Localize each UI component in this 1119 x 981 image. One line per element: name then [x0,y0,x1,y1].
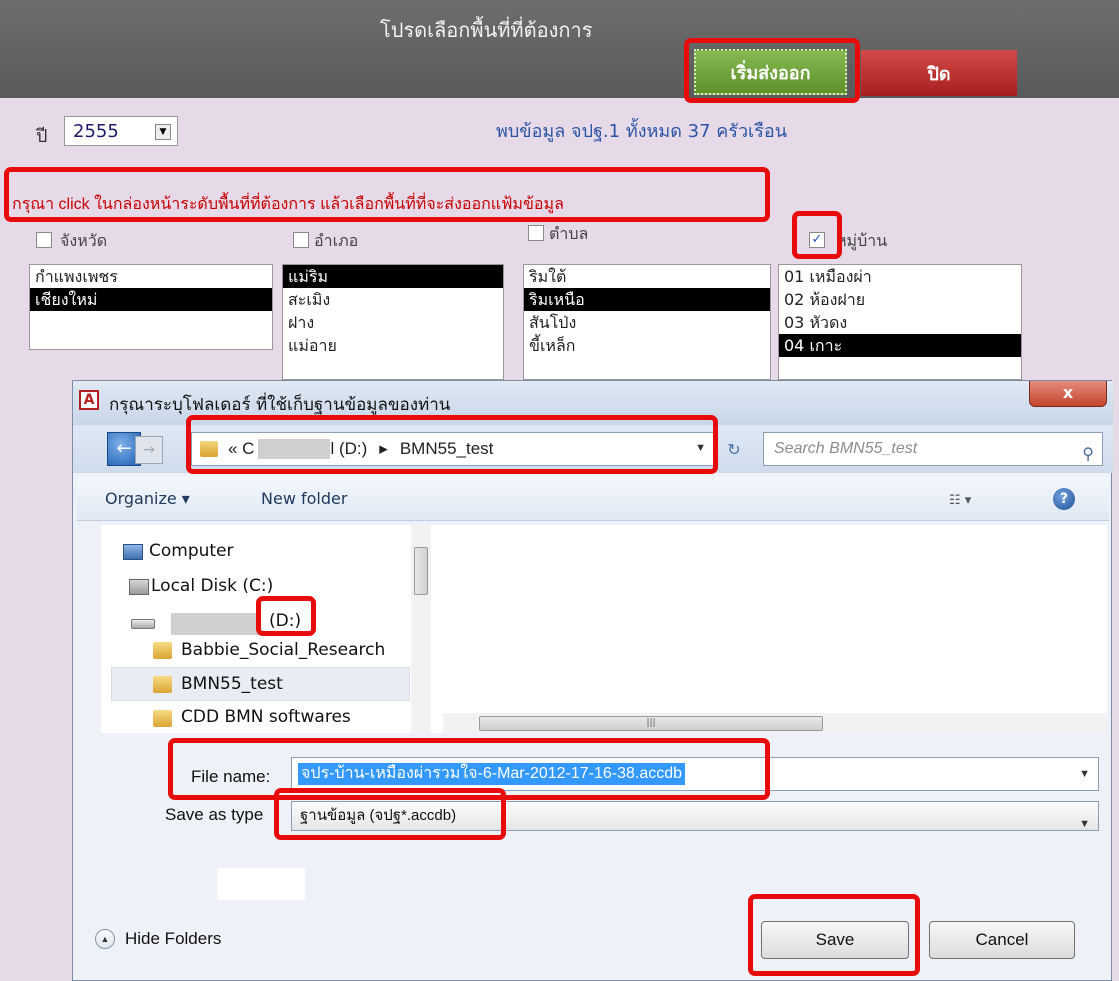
address-folder[interactable]: BMN55_test [400,439,494,459]
file-name-input[interactable]: จปร-บ้าน-เหมืองผ่ารวมใจ-6-Mar-2012-17-16… [291,757,1099,791]
save-button[interactable]: Save [761,921,909,959]
organize-button[interactable]: Organize ▾ [105,489,190,508]
dropdown-arrow-icon[interactable]: ▼ [1079,768,1090,780]
list-item[interactable]: 03 หัวดง [779,311,1021,334]
dropdown-arrow-icon[interactable]: ▼ [695,442,706,454]
save-dialog: A กรุณาระบุโฟลเดอร์ ที่ใช้เก็บฐานข้อมูลข… [72,380,1113,981]
save-type-value: ฐานข้อมูล (จปฐ*.accdb) [300,807,457,824]
folder-icon [153,676,172,693]
subdistrict-label: ตำบล [549,224,589,243]
forward-arrow-icon[interactable]: → [135,436,163,464]
village-checkbox[interactable]: ✓ [809,232,825,248]
list-item[interactable]: ริมเหนือ [524,288,770,311]
drive-d-icon [131,619,155,629]
breadcrumb-separator-icon: ▸ [379,439,388,458]
drive-c-icon [129,579,149,595]
scrollbar-thumb[interactable] [414,547,428,595]
view-options-icon[interactable]: ☷ ▾ [949,493,971,508]
list-item[interactable]: กำแพงเพชร [30,265,272,288]
refresh-icon[interactable]: ↻ [721,436,747,464]
search-placeholder: Search BMN55_test [774,440,918,457]
subdistrict-list[interactable]: ริมใต้ ริมเหนือ สันโป่ง ขี้เหล็ก [523,264,771,380]
year-label: ปี [36,126,48,147]
nav-item-folder[interactable]: CDD BMN softwares [181,707,351,727]
dialog-title: กรุณาระบุโฟลเดอร์ ที่ใช้เก็บฐานข้อมูลของ… [109,395,451,415]
cancel-button[interactable]: Cancel [929,921,1075,959]
village-label: หมู่บ้าน [836,231,888,250]
computer-icon [123,544,143,560]
nav-item-local-disk[interactable]: Local Disk (C:) [151,576,273,596]
subdistrict-checkbox[interactable] [528,225,544,241]
form-title: โปรดเลือกพื้นที่ที่ต้องการ [380,18,593,42]
list-item[interactable]: แม่ริม [283,265,503,288]
record-count-text: พบข้อมูล จปฐ.1 ทั้งหมด 37 ครัวเรือน [496,121,787,142]
list-item[interactable]: 04 เกาะ [779,334,1021,357]
dropdown-arrow-icon[interactable]: ▼ [155,124,171,140]
nav-item-computer[interactable]: Computer [149,541,234,561]
province-list[interactable]: กำแพงเพชร เชียงใหม่ [29,264,273,350]
district-label: อำเภอ [314,231,359,250]
chevron-up-icon: ▲ [95,929,115,949]
list-item[interactable]: เชียงใหม่ [30,288,272,311]
list-item[interactable]: ขี้เหล็ก [524,334,770,357]
list-item[interactable]: 01 เหมืองผ่า [779,265,1021,288]
folder-icon [153,642,172,659]
scrollbar-thumb[interactable]: ||| [479,716,823,731]
save-type-label: Save as type [165,805,264,824]
nav-item-drive-d[interactable]: (D:) [269,611,301,631]
province-label: จังหวัด [60,231,108,250]
address-drive[interactable]: l (D:) [330,439,367,459]
folder-icon [200,441,218,457]
list-item[interactable]: สันโป่ง [524,311,770,334]
file-list-pane[interactable] [443,525,1107,733]
file-name-value[interactable]: จปร-บ้าน-เหมืองผ่ารวมใจ-6-Mar-2012-17-16… [298,763,686,785]
folder-icon [153,710,172,727]
search-icon[interactable]: ⚲ [1082,439,1094,471]
address-bar[interactable]: « C l (D:) ▸ BMN55_test ▼ [191,432,715,466]
nav-item-folder[interactable]: Babbie_Social_Research [181,640,385,660]
blank-patch [217,868,305,900]
year-value: 2555 [73,120,119,142]
dialog-close-button[interactable]: x [1029,381,1107,407]
redacted-text [171,613,259,635]
file-name-label: File name: [191,767,271,786]
district-list[interactable]: แม่ริม สะเมิง ฝาง แม่อาย [282,264,504,380]
help-icon[interactable]: ? [1053,488,1075,510]
instruction-text: กรุณา click ในกล่องหน้าระดับพื้นที่ที่ต้… [12,196,564,213]
close-form-button[interactable]: ปิด [861,50,1017,96]
save-type-select[interactable]: ฐานข้อมูล (จปฐ*.accdb) ▼ [291,801,1099,831]
list-item[interactable]: ฝาง [283,311,503,334]
nav-item-folder-selected[interactable]: BMN55_test [181,674,283,694]
list-item[interactable]: ริมใต้ [524,265,770,288]
hide-folders-button[interactable]: ▲ Hide Folders [95,929,221,949]
province-checkbox[interactable] [36,232,52,248]
list-item[interactable]: แม่อาย [283,334,503,357]
access-app-icon: A [79,390,99,410]
hide-folders-label: Hide Folders [125,929,222,948]
screen: โปรดเลือกพื้นที่ที่ต้องการ เริ่มส่งออก ป… [0,0,1119,981]
year-select[interactable]: 2555 ▼ [64,116,178,146]
new-folder-button[interactable]: New folder [261,489,347,508]
redacted-text [258,439,331,459]
search-input[interactable]: Search BMN55_test ⚲ [763,432,1103,466]
dropdown-arrow-icon[interactable]: ▼ [1079,810,1090,838]
list-item[interactable]: 02 ห้องฝาย [779,288,1021,311]
district-checkbox[interactable] [293,232,309,248]
start-export-button[interactable]: เริ่มส่งออก [694,49,847,95]
list-item[interactable]: สะเมิง [283,288,503,311]
village-list[interactable]: 01 เหมืองผ่า 02 ห้องฝาย 03 หัวดง 04 เกาะ [778,264,1022,380]
address-prefix: « C [228,439,255,458]
